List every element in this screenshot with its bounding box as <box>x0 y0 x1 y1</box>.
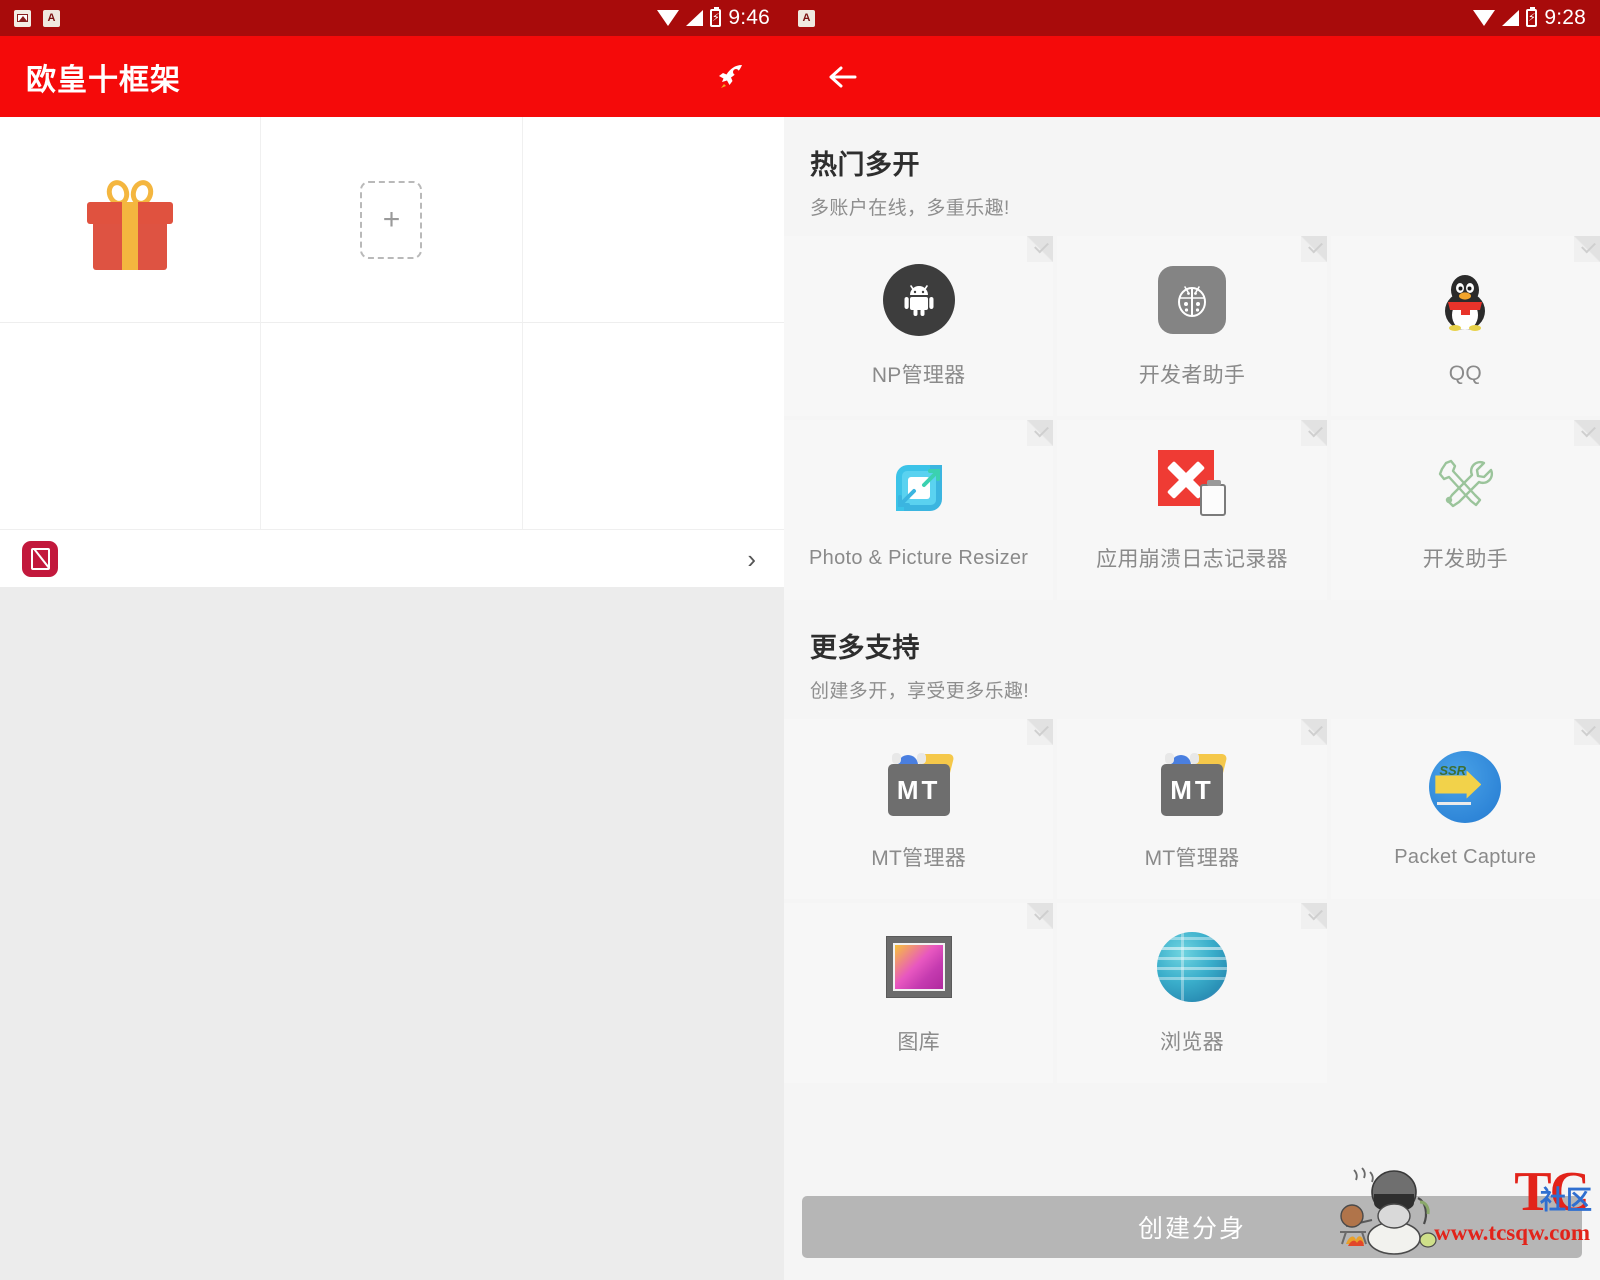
selection-corner-marker <box>1300 719 1327 745</box>
signal-icon <box>1502 10 1520 26</box>
grid-cell-empty <box>523 323 784 529</box>
letter-a-icon: A <box>43 9 60 27</box>
wifi-icon <box>657 9 680 26</box>
section-header-hot: 热门多开 多账户在线，多重乐趣! <box>784 117 1600 236</box>
right-app-bar <box>784 36 1600 117</box>
shortcut-grid: + <box>0 117 784 529</box>
no-image-red-icon <box>22 540 58 577</box>
image-icon <box>14 9 31 27</box>
app-tile-crash-logger[interactable]: 应用崩溃日志记录器 <box>1057 420 1327 600</box>
section-subtitle: 多账户在线，多重乐趣! <box>810 198 1010 219</box>
letter-a-icon: A <box>798 9 815 27</box>
add-shortcut-button[interactable]: + <box>360 180 423 259</box>
mt-folder-icon: MT <box>1155 746 1229 820</box>
selection-corner-marker <box>1574 719 1600 745</box>
app-grid-hot: NP管理器 开发者助手 QQ Photo & Picture Resizer 应… <box>784 236 1600 600</box>
left-status-bar: A ⚡ 9:46 <box>0 0 784 36</box>
left-status-notifications: A <box>14 9 60 27</box>
app-tile-qq[interactable]: QQ <box>1330 236 1600 416</box>
left-phone-screen: A ⚡ 9:46 欧皇十框架 + › <box>0 0 784 1280</box>
create-clone-button[interactable]: 创建分身 <box>802 1196 1582 1258</box>
list-item-content <box>22 540 74 577</box>
selection-corner-marker <box>1027 903 1054 929</box>
right-status-time: 9:28 <box>1544 6 1586 29</box>
dual-screenshot-container: A ⚡ 9:46 欧皇十框架 + › A ⚡ 9:28 热门多开 多账户在线，多… <box>0 0 1600 1280</box>
grid-cell-add[interactable]: + <box>261 117 523 323</box>
app-tile-dev-helper[interactable]: 开发助手 <box>1330 420 1600 600</box>
selection-corner-marker <box>1027 420 1054 446</box>
right-status-system: ⚡ 9:28 <box>1473 6 1586 30</box>
chevron-right-icon[interactable]: › <box>747 546 756 572</box>
arrow-left-icon[interactable] <box>818 53 866 101</box>
ladybug-icon <box>1155 263 1229 337</box>
app-tile-np-manager[interactable]: NP管理器 <box>784 236 1054 416</box>
left-status-time: 9:46 <box>728 6 770 29</box>
section-subtitle: 创建多开，享受更多乐趣! <box>810 681 1030 702</box>
bottom-action-area: 创建分身 <box>784 1196 1600 1280</box>
red-x-clipboard-icon <box>1155 447 1229 521</box>
app-tile-mt-manager-2[interactable]: MT MT管理器 <box>1057 719 1327 899</box>
section-title: 更多支持 <box>810 633 920 663</box>
app-tile-label: MT管理器 <box>871 847 967 870</box>
packet-capture-icon: SSR <box>1428 750 1502 824</box>
page-title: 欧皇十框架 <box>26 63 181 97</box>
left-app-bar: 欧皇十框架 <box>0 36 784 117</box>
grid-cell-empty <box>0 323 262 529</box>
app-grid-more: MT MT管理器 MT MT管理器 SSR Packet Capture 图库 … <box>784 719 1600 1083</box>
battery-charging-icon: ⚡ <box>1526 7 1538 27</box>
app-tile-photo-picture-resizer[interactable]: Photo & Picture Resizer <box>784 420 1054 600</box>
qq-penguin-icon <box>1428 266 1502 340</box>
wifi-icon <box>1473 9 1496 26</box>
rocket-icon[interactable] <box>710 55 754 99</box>
mt-folder-icon: MT <box>882 746 956 820</box>
right-status-notifications: A <box>798 9 815 27</box>
grid-cell-empty <box>261 323 523 529</box>
wrench-screwdriver-icon <box>1428 447 1502 521</box>
app-tile-mt-manager-1[interactable]: MT MT管理器 <box>784 719 1054 899</box>
selection-corner-marker <box>1027 236 1054 262</box>
selection-corner-marker <box>1574 236 1600 262</box>
selection-corner-marker <box>1300 236 1327 262</box>
selection-corner-marker <box>1300 903 1327 929</box>
app-tile-label: Packet Capture <box>1394 845 1537 868</box>
app-tile-gallery[interactable]: 图库 <box>784 903 1054 1083</box>
app-tile-label: MT管理器 <box>1144 847 1240 870</box>
app-tile-label: Photo & Picture Resizer <box>809 546 1029 569</box>
gallery-frame-icon <box>882 930 956 1004</box>
plus-icon: + <box>382 202 401 236</box>
app-tile-browser[interactable]: 浏览器 <box>1057 903 1327 1083</box>
app-tile-packet-capture[interactable]: SSR Packet Capture <box>1330 719 1600 899</box>
resize-arrows-icon <box>882 451 956 525</box>
selection-corner-marker <box>1027 719 1054 745</box>
signal-icon <box>686 10 704 26</box>
gift-box-icon <box>87 176 174 270</box>
app-tile-label: NP管理器 <box>871 364 966 387</box>
globe-icon <box>1155 930 1229 1004</box>
section-header-more: 更多支持 创建多开，享受更多乐趣! <box>784 600 1600 719</box>
app-tile-label: 浏览器 <box>1160 1031 1224 1054</box>
app-tile-label: 应用崩溃日志记录器 <box>1096 548 1288 571</box>
left-status-system: ⚡ 9:46 <box>657 6 770 30</box>
grid-cell-empty <box>522 117 784 323</box>
right-phone-screen: A ⚡ 9:28 热门多开 多账户在线，多重乐趣! NP管理器 开发者助手 QQ… <box>784 0 1600 1280</box>
app-tile-empty <box>1330 903 1600 1083</box>
app-tile-label: 开发助手 <box>1422 548 1508 571</box>
app-tile-label: 开发者助手 <box>1138 364 1246 387</box>
app-tile-label: 图库 <box>897 1031 940 1054</box>
grid-cell-gift[interactable] <box>0 117 262 323</box>
app-tile-label: QQ <box>1448 362 1482 385</box>
selection-corner-marker <box>1574 420 1600 446</box>
selection-corner-marker <box>1300 420 1327 446</box>
list-item[interactable]: › <box>0 529 784 587</box>
battery-charging-icon: ⚡ <box>710 7 722 27</box>
right-status-bar: A ⚡ 9:28 <box>784 0 1600 36</box>
section-title: 热门多开 <box>810 150 920 180</box>
app-tile-developer-assistant[interactable]: 开发者助手 <box>1057 236 1327 416</box>
android-circle-icon <box>882 263 956 337</box>
